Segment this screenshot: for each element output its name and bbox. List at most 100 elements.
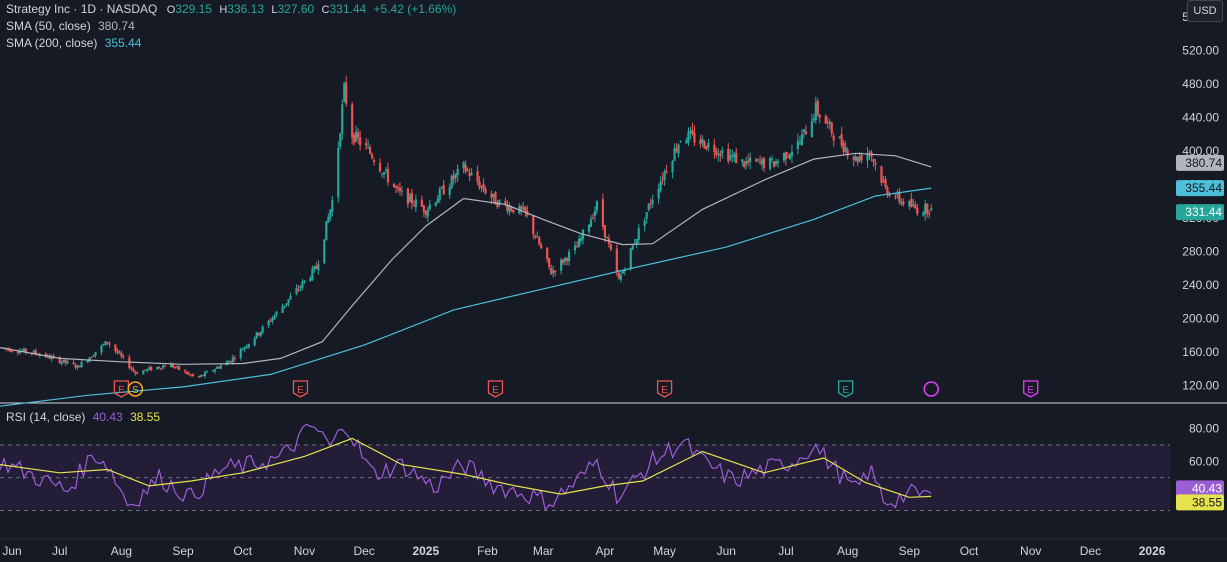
candle-body xyxy=(34,350,37,354)
time-axis-tick: Nov xyxy=(294,544,315,558)
candle-body xyxy=(565,258,569,262)
candle-body xyxy=(177,365,181,370)
candle-body xyxy=(703,141,706,149)
candle-body xyxy=(554,270,557,273)
candle-body xyxy=(550,268,553,275)
candle-body xyxy=(16,351,20,353)
candle-body xyxy=(406,188,410,205)
candle-body xyxy=(552,270,555,274)
candle-body xyxy=(842,142,845,153)
candle-body xyxy=(339,133,342,147)
candle-body xyxy=(914,204,917,208)
candle-body xyxy=(729,155,732,160)
rsi-value: 40.43 xyxy=(92,410,123,424)
candle-body xyxy=(215,367,218,369)
candle-body xyxy=(468,172,471,177)
candle-body xyxy=(205,371,209,373)
time-axis-tick: 2026 xyxy=(1139,544,1166,558)
candle-body xyxy=(370,154,374,159)
candle-body xyxy=(64,359,67,364)
candle-body xyxy=(755,159,758,162)
candle-body xyxy=(757,159,760,161)
candle-body xyxy=(733,154,736,158)
candle-body xyxy=(536,236,539,238)
candle-body xyxy=(484,188,487,194)
candle-body xyxy=(337,147,340,198)
candle-body xyxy=(673,148,676,161)
candle-body xyxy=(394,186,398,188)
candle-body xyxy=(66,361,69,364)
candle-body xyxy=(130,367,133,369)
candle-body xyxy=(532,215,535,235)
candle-body xyxy=(908,201,911,207)
candle-body xyxy=(311,268,314,280)
candle-body xyxy=(438,188,441,201)
candle-body xyxy=(217,367,220,369)
candle-body xyxy=(22,348,25,352)
chart-canvas[interactable]: 120.00160.00200.00240.00280.00320.00360.… xyxy=(0,0,1227,562)
candle-body xyxy=(378,162,382,172)
candle-body xyxy=(170,364,173,368)
sma50-line xyxy=(0,152,932,365)
candle-body xyxy=(464,164,467,172)
candle-body xyxy=(768,158,772,169)
candle-body xyxy=(104,341,107,346)
candle-body xyxy=(86,360,89,362)
candle-body xyxy=(365,143,368,146)
candle-body xyxy=(382,172,386,175)
candle-body xyxy=(227,361,230,363)
candle-body xyxy=(884,178,887,187)
candle-body xyxy=(452,175,455,180)
candle-body xyxy=(120,352,123,357)
candle-body xyxy=(659,181,662,191)
candle-body xyxy=(772,161,776,168)
candle-body xyxy=(548,258,551,267)
candle-body xyxy=(408,194,411,202)
sma200-line xyxy=(0,187,932,407)
candle-body xyxy=(860,154,863,161)
candle-body xyxy=(868,151,871,153)
candle-body xyxy=(285,303,288,305)
candle-body xyxy=(275,311,278,315)
candle-body xyxy=(426,209,429,217)
candle-body xyxy=(303,280,306,282)
candle-body xyxy=(798,142,801,144)
candle-body xyxy=(380,173,384,175)
candle-body xyxy=(160,368,163,370)
candle-body xyxy=(476,171,479,183)
candle-body xyxy=(253,338,256,346)
candle-body xyxy=(76,365,79,368)
candle-body xyxy=(784,151,788,160)
candle-body xyxy=(830,122,833,134)
time-axis-tick: May xyxy=(653,544,676,558)
candle-body xyxy=(281,306,284,313)
candle-body xyxy=(671,161,674,173)
candle-body xyxy=(343,83,346,102)
candle-body xyxy=(114,344,117,351)
candle-body xyxy=(685,139,688,144)
candle-body xyxy=(185,371,189,375)
candle-body xyxy=(605,236,608,239)
time-axis-tick: Sep xyxy=(172,544,194,558)
candle-body xyxy=(329,209,332,219)
candle-body xyxy=(651,199,654,204)
price-label: 380.74 xyxy=(1185,156,1222,170)
price-axis-tick: 160.00 xyxy=(1182,345,1219,359)
candle-body xyxy=(601,199,605,227)
candle-body xyxy=(146,369,149,371)
candle-body xyxy=(595,201,599,211)
candle-body xyxy=(148,367,151,370)
candle-body xyxy=(454,173,457,179)
candle-body xyxy=(562,259,565,263)
candle-body xyxy=(745,161,748,165)
candle-body xyxy=(522,207,525,210)
candle-body xyxy=(647,203,650,211)
candle-body xyxy=(824,116,827,124)
currency-button[interactable]: USD xyxy=(1187,0,1223,22)
candle-body xyxy=(508,206,511,213)
time-axis-tick: Nov xyxy=(1020,544,1041,558)
candle-body xyxy=(462,162,465,168)
candle-body xyxy=(854,156,857,161)
rsi-label: RSI (14, close) xyxy=(6,410,86,424)
price-axis-tick: 480.00 xyxy=(1182,77,1219,91)
